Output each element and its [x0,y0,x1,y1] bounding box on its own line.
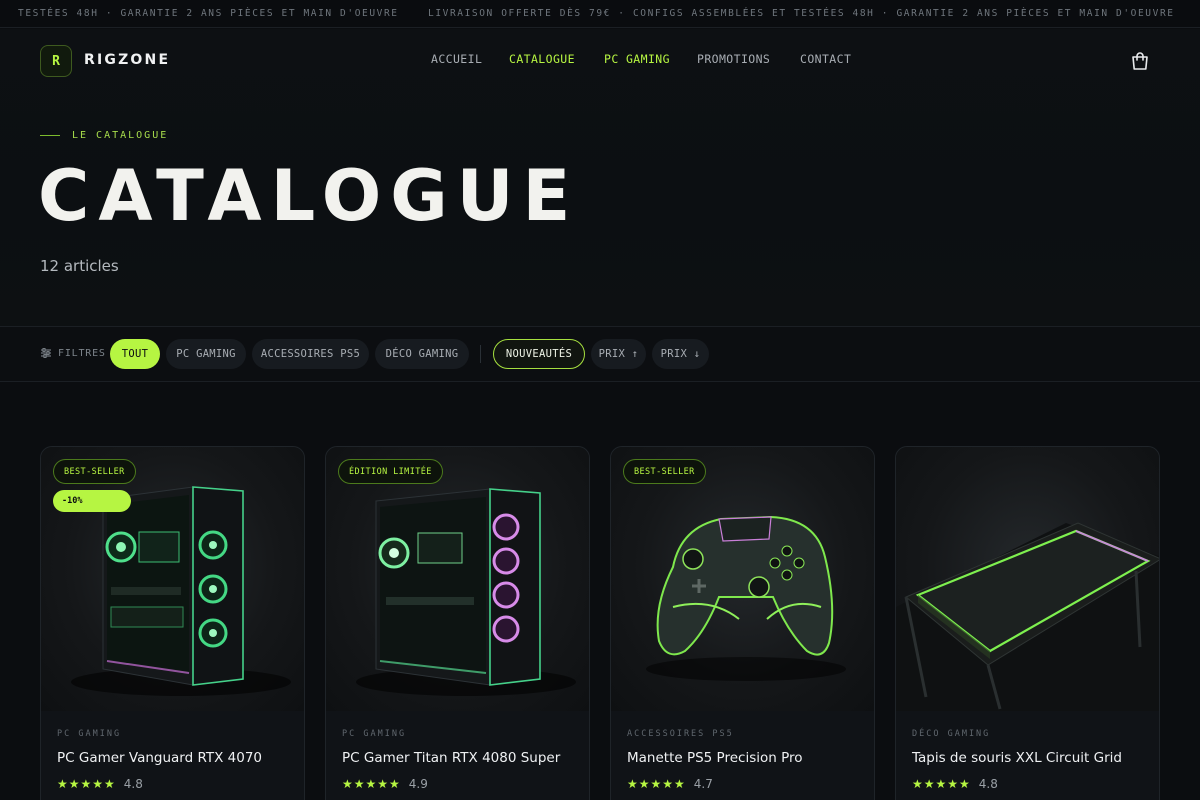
filter-chip-accessoires-ps5[interactable]: ACCESSOIRES PS5 [252,339,369,369]
product-card[interactable]: BEST-SELLER ACCESSOIRES PS5 Manette PS5 … [610,446,875,800]
product-image[interactable] [326,447,589,711]
ticker-text-right: LIVRAISON OFFERTE DÈS 79€ · CONFIGS ASSE… [428,8,1175,19]
filters-label-text: FILTRES [58,347,106,359]
rating-stars: ★★★★★ [57,777,116,791]
filter-bar: FILTRES TOUT PC GAMING ACCESSOIRES PS5 D… [0,327,1200,382]
product-name[interactable]: PC Gamer Titan RTX 4080 Super [342,750,560,766]
product-category: DÉCO GAMING [912,729,991,739]
product-name[interactable]: Tapis de souris XXL Circuit Grid [912,750,1122,766]
product-badge: BEST-SELLER [53,459,136,484]
nav-item-pc-gaming[interactable]: PC GAMING [604,52,670,66]
rating-value: 4.9 [408,777,428,791]
product-image[interactable] [896,447,1159,711]
article-count: 12 articles [40,257,119,275]
nav-item-accueil[interactable]: ACCUEIL [431,52,482,66]
sliders-icon [41,348,51,358]
product-rating: ★★★★★ 4.9 [342,777,428,791]
main-nav: ACCUEIL CATALOGUE PC GAMING PROMOTIONS C… [0,52,1200,72]
product-badge: BEST-SELLER [623,459,706,484]
eyebrow-label: LE CATALOGUE [72,130,169,141]
nav-item-contact[interactable]: CONTACT [800,52,851,66]
product-card[interactable]: DÉCO GAMING Tapis de souris XXL Circuit … [895,446,1160,800]
rating-stars: ★★★★★ [912,777,971,791]
product-rating: ★★★★★ 4.7 [627,777,713,791]
product-image[interactable] [611,447,874,711]
filter-divider [480,345,481,363]
product-image[interactable] [41,447,304,711]
filters-label: FILTRES [40,347,106,359]
nav-item-promotions[interactable]: PROMOTIONS [697,52,770,66]
shopping-bag-icon[interactable] [1128,49,1152,73]
sort-chip-nouveautes[interactable]: NOUVEAUTÉS [493,339,585,369]
sort-chip-prix-desc[interactable]: PRIX ↓ [652,339,709,369]
product-card[interactable]: ÉDITION LIMITÉE PC GAMING PC Gamer Titan… [325,446,590,800]
rating-value: 4.8 [978,777,998,791]
ticker-text-left: TESTÉES 48H · GARANTIE 2 ANS PIÈCES ET M… [18,8,399,19]
filter-chip-deco-gaming[interactable]: DÉCO GAMING [375,339,469,369]
rating-stars: ★★★★★ [342,777,401,791]
product-rating: ★★★★★ 4.8 [912,777,998,791]
product-name[interactable]: PC Gamer Vanguard RTX 4070 [57,750,262,766]
product-rating: ★★★★★ 4.8 [57,777,143,791]
rating-value: 4.7 [693,777,713,791]
filter-chip-tout[interactable]: TOUT [110,339,160,369]
product-card[interactable]: BEST-SELLER -10% PC GAMING PC Gamer Vang… [40,446,305,800]
product-category: PC GAMING [342,729,407,739]
rating-stars: ★★★★★ [627,777,686,791]
product-name[interactable]: Manette PS5 Precision Pro [627,750,803,766]
discount-badge: -10% [53,490,131,512]
product-category: ACCESSOIRES PS5 [627,729,734,739]
product-category: PC GAMING [57,729,122,739]
product-badge: ÉDITION LIMITÉE [338,459,443,484]
nav-item-catalogue[interactable]: CATALOGUE [509,52,575,66]
section-eyebrow: LE CATALOGUE [40,130,168,141]
promo-ticker: TESTÉES 48H · GARANTIE 2 ANS PIÈCES ET M… [0,0,1200,28]
rating-value: 4.8 [123,777,143,791]
page-title: CATALOGUE [38,155,580,237]
sort-chip-prix-asc[interactable]: PRIX ↑ [591,339,646,369]
filter-chip-pc-gaming[interactable]: PC GAMING [166,339,246,369]
site-header: R RIGZONE ACCUEIL CATALOGUE PC GAMING PR… [0,29,1200,327]
